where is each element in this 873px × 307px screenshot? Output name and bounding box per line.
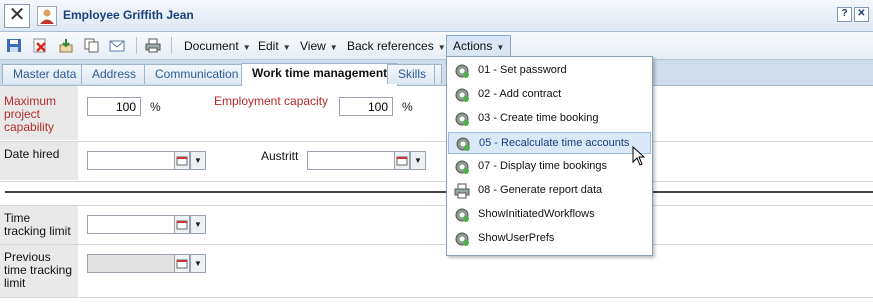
gear-icon <box>454 87 470 103</box>
action-item[interactable]: ShowUserPrefs <box>448 228 651 250</box>
tab-skills[interactable]: Skills <box>387 64 438 84</box>
tab-overflow[interactable] <box>434 64 442 84</box>
section-divider <box>5 191 873 193</box>
percent-label-2: % <box>402 100 413 114</box>
employment-capacity-input[interactable] <box>339 97 393 116</box>
date-hired-label: Date hired <box>0 142 78 180</box>
menu-view[interactable]: View ▼ <box>300 39 338 53</box>
action-item[interactable]: ShowInitiatedWorkflows <box>448 204 651 226</box>
employee-icon <box>37 6 57 26</box>
austritt-label: Austritt <box>261 149 299 163</box>
gear-icon <box>454 207 470 223</box>
action-item[interactable]: 03 - Create time booking <box>448 108 651 130</box>
time-tracking-limit-label: Time tracking limit <box>0 206 78 244</box>
delete-icon[interactable] <box>32 38 48 53</box>
austritt-input[interactable] <box>307 151 395 170</box>
form-area: Maximum project capability % Employment … <box>0 86 873 307</box>
action-item[interactable]: 07 - Display time bookings <box>448 156 651 178</box>
calendar-icon[interactable] <box>174 254 190 273</box>
close-window-icon[interactable]: ✕ <box>4 4 30 28</box>
calendar-icon[interactable] <box>174 151 190 170</box>
action-item[interactable]: 08 - Generate report data <box>448 180 651 202</box>
close-button[interactable]: ✕ <box>854 7 869 22</box>
gear-icon <box>454 231 470 247</box>
toolbar: Document ▼ Edit ▼ View ▼ Back references ▼ A… <box>0 32 873 60</box>
chevron-down-icon[interactable]: ▼ <box>190 254 206 273</box>
save-icon[interactable] <box>6 38 22 53</box>
tab-communication[interactable]: Communication <box>144 64 250 84</box>
menu-document[interactable]: Document ▼ <box>184 39 251 53</box>
mail-icon[interactable] <box>109 38 125 53</box>
gear-icon <box>454 111 470 127</box>
window-titlebar: ✕ Employee Griffith Jean ? ✕ <box>0 0 873 32</box>
tab-master-data[interactable]: Master data <box>2 64 88 84</box>
max-capability-input[interactable] <box>87 97 141 116</box>
action-item[interactable]: 01 - Set password <box>448 60 651 82</box>
chevron-down-icon[interactable]: ▼ <box>190 151 206 170</box>
gear-icon <box>455 136 471 152</box>
chevron-down-icon[interactable]: ▼ <box>190 215 206 234</box>
prev-time-tracking-limit-input <box>87 254 175 273</box>
menu-back-references[interactable]: Back references ▼ <box>347 39 446 53</box>
printer-icon <box>454 183 470 199</box>
max-capability-label: Maximum project capability <box>0 86 78 140</box>
calendar-icon[interactable] <box>174 215 190 234</box>
employment-capacity-label: Employment capacity <box>214 94 329 108</box>
time-tracking-limit-input[interactable] <box>87 215 175 234</box>
copy-icon[interactable] <box>84 38 100 53</box>
tab-address[interactable]: Address <box>81 64 148 84</box>
menu-edit[interactable]: Edit ▼ <box>258 39 291 53</box>
actions-dropdown: 01 - Set password 02 - Add contract 03 -… <box>446 56 653 256</box>
menu-actions[interactable]: Actions ▼ <box>446 35 512 57</box>
gear-icon <box>454 63 470 79</box>
mouse-cursor-icon <box>632 145 646 166</box>
chevron-down-icon[interactable]: ▼ <box>410 151 426 170</box>
calendar-icon[interactable] <box>394 151 410 170</box>
print-icon[interactable] <box>145 38 161 53</box>
action-item-hover[interactable]: 05 - Recalculate time accounts <box>448 132 651 154</box>
tab-strip: Master data Address Communication Work t… <box>0 60 873 86</box>
tab-work-time-management[interactable]: Work time management <box>241 63 399 86</box>
help-button[interactable]: ? <box>837 7 852 22</box>
percent-label: % <box>150 100 161 114</box>
gear-icon <box>454 159 470 175</box>
prev-time-tracking-limit-label: Previous time tracking limit <box>0 245 78 297</box>
window-title: Employee Griffith Jean <box>63 8 194 22</box>
action-item[interactable]: 02 - Add contract <box>448 84 651 106</box>
import-icon[interactable] <box>58 38 74 53</box>
date-hired-input[interactable] <box>87 151 175 170</box>
